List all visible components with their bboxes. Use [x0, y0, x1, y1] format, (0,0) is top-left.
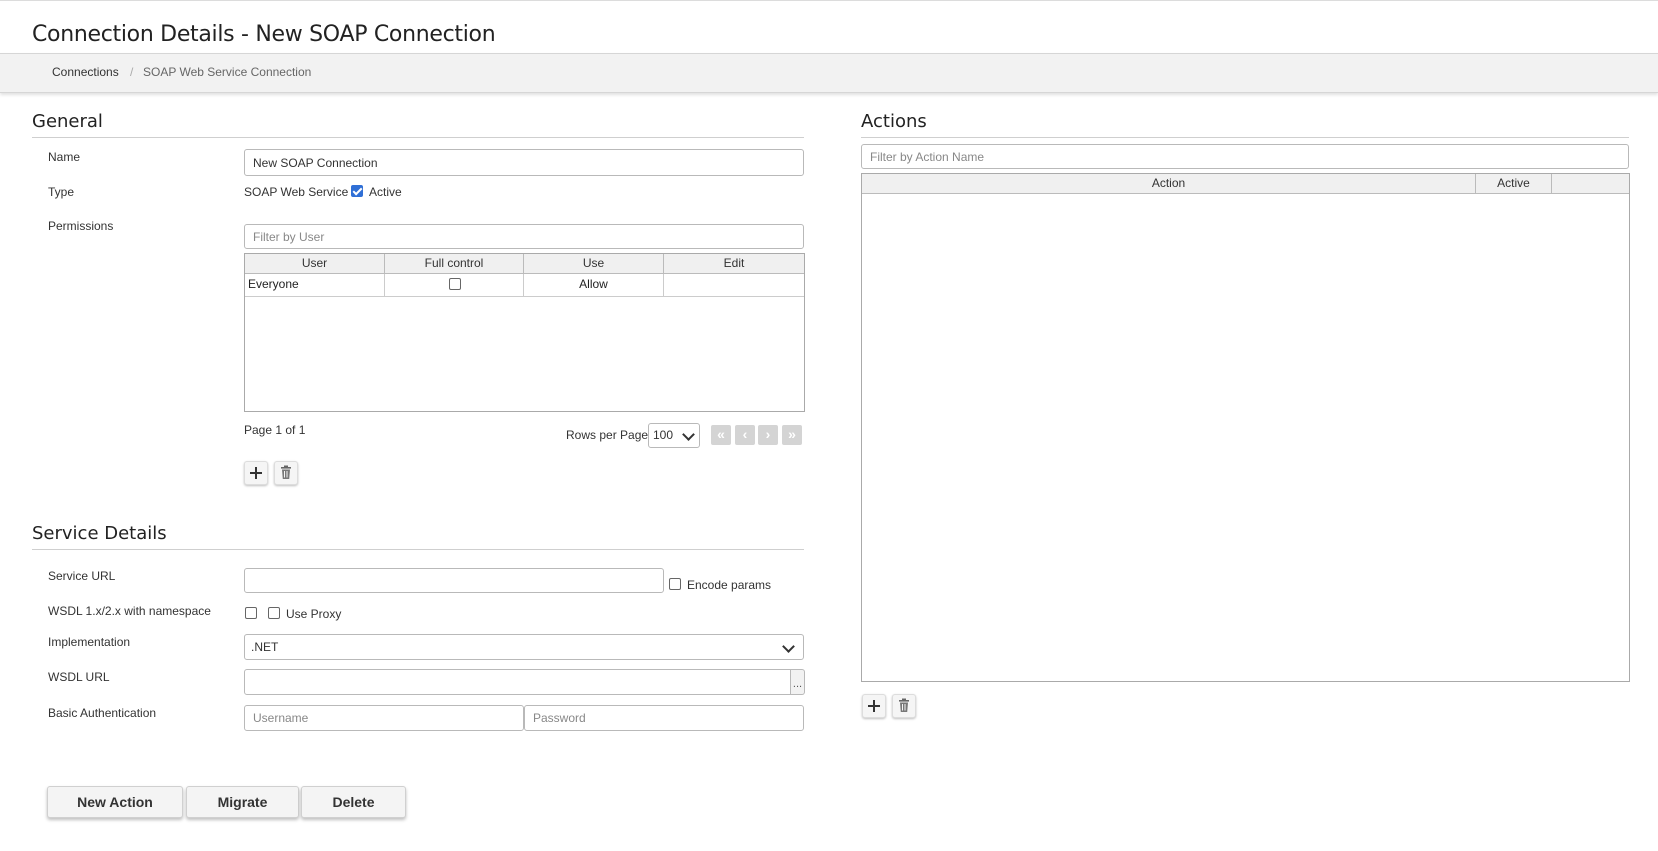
column-header-active[interactable]: Active [1476, 174, 1552, 193]
wsdl-namespace-checkbox[interactable] [245, 607, 257, 619]
actions-table: Action Active [861, 173, 1630, 682]
actions-divider [861, 137, 1629, 138]
delete-permission-button[interactable] [274, 461, 298, 485]
actions-section-title: Actions [861, 111, 927, 132]
service-section-title: Service Details [32, 523, 167, 544]
column-header-blank [1552, 174, 1629, 193]
cell-user: Everyone [245, 274, 385, 296]
rows-per-page-value: 100 [653, 428, 674, 442]
rows-per-page-select[interactable]: 100 [648, 423, 700, 448]
wsdl-url-input[interactable] [244, 669, 791, 695]
use-proxy-label: Use Proxy [286, 607, 342, 621]
general-divider [32, 137, 804, 138]
top-border [0, 0, 1658, 1]
column-header-user[interactable]: User [245, 254, 385, 273]
column-header-full-control[interactable]: Full control [385, 254, 524, 273]
service-url-input[interactable] [244, 568, 664, 593]
permissions-label: Permissions [48, 219, 114, 233]
breadcrumb: Connections / SOAP Web Service Connectio… [0, 53, 1658, 93]
permissions-table: User Full control Use Edit Everyone Allo… [244, 253, 805, 412]
browse-wsdl-button[interactable]: ... [791, 669, 805, 695]
cell-edit[interactable] [664, 274, 804, 296]
rows-per-page-label: Rows per Page [566, 428, 649, 442]
type-label: Type [48, 185, 75, 199]
encode-params-label: Encode params [687, 578, 772, 592]
active-checkbox[interactable] [351, 185, 363, 197]
add-permission-button[interactable] [244, 461, 268, 485]
prev-page-icon[interactable]: ‹ [735, 425, 755, 445]
chevron-down-icon [782, 640, 795, 653]
wsdl-url-label: WSDL URL [48, 670, 110, 684]
use-proxy-checkbox[interactable] [268, 607, 280, 619]
delete-button[interactable]: Delete [301, 786, 406, 818]
trash-icon [899, 698, 909, 712]
table-row[interactable]: Everyone Allow [245, 274, 804, 297]
permissions-table-header: User Full control Use Edit [245, 254, 804, 274]
type-value: SOAP Web Service [244, 185, 349, 199]
column-header-edit[interactable]: Edit [664, 254, 804, 273]
last-page-icon[interactable]: » [782, 425, 802, 445]
add-action-button[interactable] [862, 694, 886, 718]
column-header-use[interactable]: Use [524, 254, 664, 273]
name-input[interactable] [244, 149, 804, 176]
service-url-label: Service URL [48, 569, 116, 583]
column-header-action[interactable]: Action [862, 174, 1476, 193]
first-page-icon[interactable]: « [711, 425, 731, 445]
cell-use: Allow [524, 274, 664, 296]
page-info: Page 1 of 1 [244, 423, 306, 437]
encode-params-checkbox[interactable] [669, 578, 681, 590]
username-input[interactable] [244, 705, 524, 731]
cell-full-control [385, 274, 524, 296]
breadcrumb-separator: / [130, 65, 134, 79]
migrate-button[interactable]: Migrate [186, 786, 299, 818]
implementation-label: Implementation [48, 635, 131, 649]
full-control-checkbox[interactable] [449, 278, 461, 290]
active-label: Active [369, 185, 402, 199]
delete-action-button[interactable] [892, 694, 916, 718]
password-input[interactable] [524, 705, 804, 731]
breadcrumb-item-connections[interactable]: Connections [52, 65, 119, 79]
service-divider [32, 549, 804, 550]
actions-table-header: Action Active [862, 174, 1629, 194]
wsdl-namespace-label: WSDL 1.x/2.x with namespace [48, 604, 211, 618]
filter-by-action-input[interactable] [861, 144, 1629, 169]
new-action-button[interactable]: New Action [47, 786, 183, 818]
trash-icon [281, 465, 291, 479]
name-label: Name [48, 150, 81, 164]
next-page-icon[interactable]: › [758, 425, 778, 445]
chevron-down-icon [682, 428, 695, 441]
filter-by-user-input[interactable] [244, 224, 804, 249]
basic-auth-label: Basic Authentication [48, 706, 157, 720]
page-title: Connection Details - New SOAP Connection [32, 22, 496, 47]
implementation-value: .NET [251, 640, 279, 654]
general-section-title: General [32, 111, 103, 132]
breadcrumb-item-current: SOAP Web Service Connection [143, 65, 312, 79]
implementation-select[interactable]: .NET [244, 634, 804, 660]
